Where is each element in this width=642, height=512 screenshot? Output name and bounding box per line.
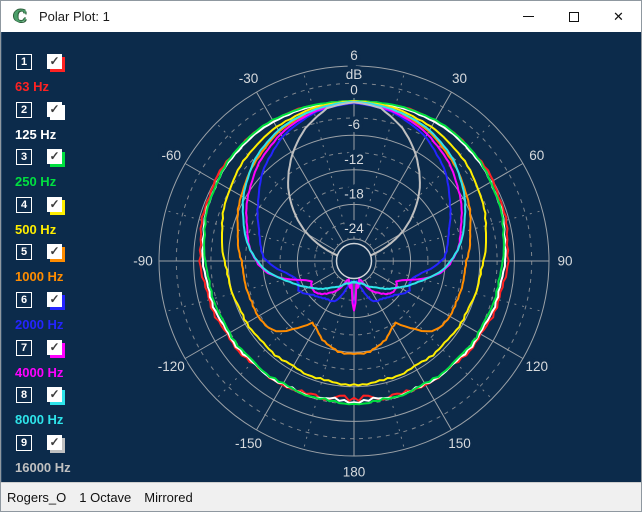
- db-tick--24: -24: [344, 221, 364, 236]
- maximize-icon: [569, 12, 579, 22]
- angle-label--90: -90: [133, 254, 153, 269]
- minimize-button[interactable]: [506, 1, 551, 32]
- spoke-165deg: [360, 282, 405, 449]
- maximize-button[interactable]: [551, 1, 596, 32]
- status-item-1: 1 Octave: [79, 490, 131, 505]
- check-icon: ✓: [49, 292, 59, 306]
- check-icon: ✓: [49, 197, 59, 211]
- status-bar: Rogers_O 1 Octave Mirrored: [1, 482, 641, 511]
- angle-label-120: 120: [525, 359, 548, 374]
- curve-frequency-label: 4000 Hz: [15, 365, 63, 380]
- curve-frequency-label: 125 Hz: [15, 127, 56, 142]
- curve-visibility-checkbox[interactable]: ✓: [47, 435, 62, 450]
- curve-frequency-label: 16000 Hz: [15, 460, 71, 475]
- curve-number-button[interactable]: 8: [16, 387, 32, 403]
- angle-label-90: 90: [557, 254, 572, 269]
- window-controls: ✕: [506, 1, 641, 32]
- db-tick--6: -6: [348, 117, 360, 132]
- plot-client-area: 60-6-12-18-24dB-3030-6060-9090-120120-15…: [1, 32, 641, 484]
- title-bar: C Polar Plot: 1 ✕: [1, 1, 641, 32]
- curve-visibility-checkbox[interactable]: ✓: [47, 54, 62, 69]
- check-icon: ✓: [49, 102, 59, 116]
- close-button[interactable]: ✕: [596, 1, 641, 32]
- status-item-2: Mirrored: [144, 490, 192, 505]
- spoke--150deg: [257, 280, 344, 430]
- angle-label-30: 30: [452, 71, 467, 86]
- check-icon: ✓: [49, 435, 59, 449]
- curve-frequency-label: 63 Hz: [15, 79, 49, 94]
- check-icon: ✓: [49, 54, 59, 68]
- db-tick-6: 6: [350, 48, 358, 63]
- curve-visibility-checkbox[interactable]: ✓: [47, 102, 62, 117]
- angle-label--120: -120: [158, 359, 185, 374]
- spoke-150deg: [365, 280, 452, 430]
- spoke--105deg: [166, 267, 333, 312]
- angle-label--30: -30: [239, 71, 259, 86]
- curve-number-button[interactable]: 6: [16, 292, 32, 308]
- db-tick-0: 0: [350, 83, 358, 98]
- curve-number-button[interactable]: 7: [16, 340, 32, 356]
- db-tick--12: -12: [344, 152, 364, 167]
- curve-number-button[interactable]: 5: [16, 244, 32, 260]
- curve-number-button[interactable]: 3: [16, 149, 32, 165]
- check-icon: ✓: [49, 340, 59, 354]
- curve-number-button[interactable]: 4: [16, 197, 32, 213]
- check-icon: ✓: [49, 244, 59, 258]
- curve-visibility-checkbox[interactable]: ✓: [47, 340, 62, 355]
- curve-frequency-label: 2000 Hz: [15, 317, 63, 332]
- curve-number-button[interactable]: 1: [16, 54, 32, 70]
- check-icon: ✓: [49, 387, 59, 401]
- db-tick--18: -18: [344, 186, 364, 201]
- minimize-icon: [523, 16, 534, 17]
- status-item-0: Rogers_O: [7, 490, 66, 505]
- close-icon: ✕: [613, 10, 624, 23]
- window-title: Polar Plot: 1: [39, 9, 110, 24]
- curve-legend: 1✓63 Hz2✓125 Hz3✓250 Hz4✓500 Hz5✓1000 Hz…: [2, 32, 132, 484]
- curve-frequency-label: 500 Hz: [15, 222, 56, 237]
- curve-visibility-checkbox[interactable]: ✓: [47, 197, 62, 212]
- spoke-15deg: [360, 73, 405, 240]
- curve-number-button[interactable]: 9: [16, 435, 32, 451]
- spoke--15deg: [304, 73, 349, 240]
- curve-visibility-checkbox[interactable]: ✓: [47, 387, 62, 402]
- angle-label--150: -150: [235, 436, 262, 451]
- angle-label-60: 60: [529, 148, 544, 163]
- db-unit-label: dB: [346, 67, 363, 82]
- center-hole: [337, 244, 372, 279]
- curve-visibility-checkbox[interactable]: ✓: [47, 244, 62, 259]
- curve-frequency-label: 250 Hz: [15, 174, 56, 189]
- app-icon: C: [10, 7, 30, 27]
- curve-frequency-label: 1000 Hz: [15, 269, 63, 284]
- angle-label--60: -60: [162, 148, 182, 163]
- polar-plot-window: C Polar Plot: 1 ✕ 60-6-12-18-24dB-3030-6…: [0, 0, 642, 512]
- curve-visibility-checkbox[interactable]: ✓: [47, 149, 62, 164]
- curve-visibility-checkbox[interactable]: ✓: [47, 292, 62, 307]
- curve-frequency-label: 8000 Hz: [15, 412, 63, 427]
- check-icon: ✓: [49, 149, 59, 163]
- angle-label-150: 150: [448, 436, 471, 451]
- angle-label-180: 180: [343, 465, 366, 480]
- curve-number-button[interactable]: 2: [16, 102, 32, 118]
